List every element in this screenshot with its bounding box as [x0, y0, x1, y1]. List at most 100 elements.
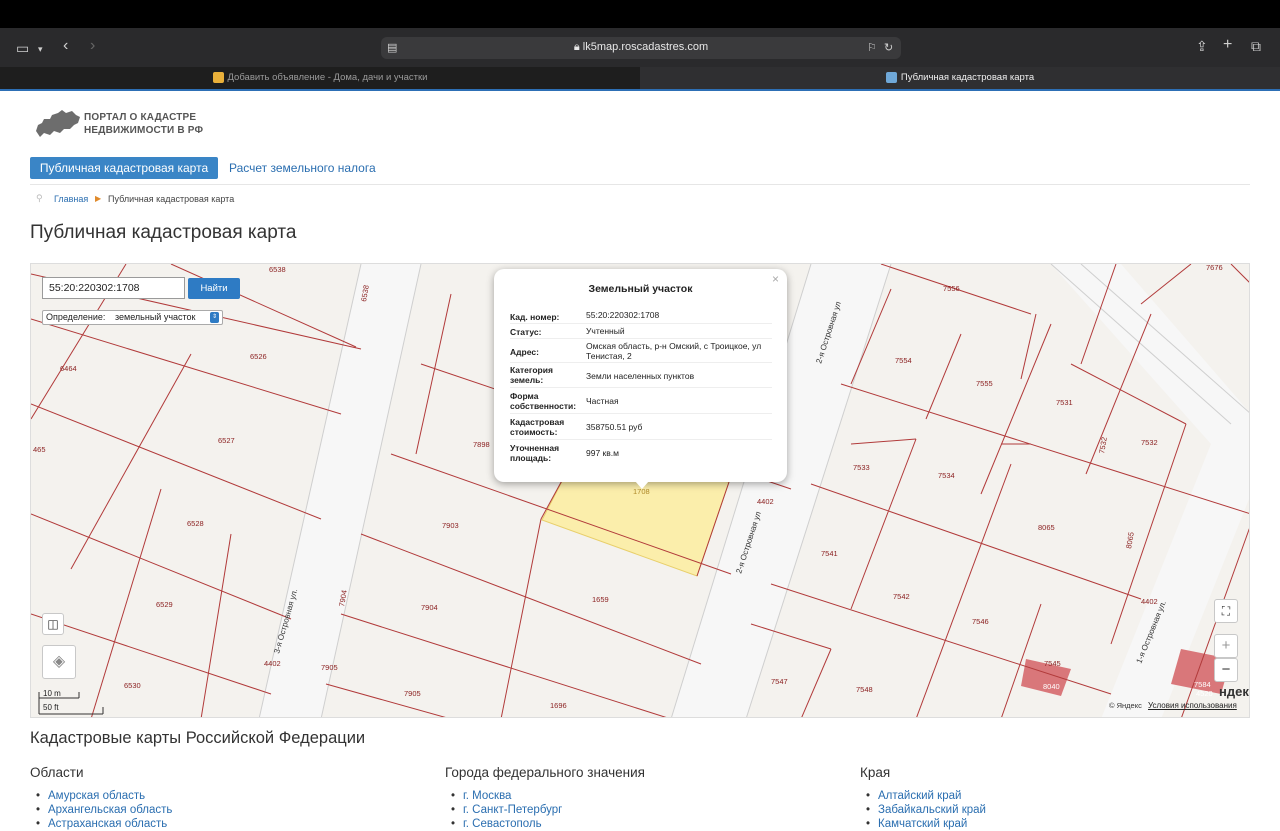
- find-button[interactable]: Найти: [188, 278, 240, 299]
- translate-icon[interactable]: ⚐: [867, 41, 877, 55]
- logo-text[interactable]: ПОРТАЛ О КАДАСТРЕ НЕДВИЖИМОСТИ В РФ: [84, 111, 203, 137]
- logo-line-1: ПОРТАЛ О КАДАСТРЕ: [84, 112, 197, 123]
- region-link[interactable]: Алтайский край: [860, 789, 986, 803]
- column-title-federal-cities: Города федерального значения: [445, 765, 645, 780]
- popup-row: Кад. номер: 55:20:220302:1708: [510, 308, 772, 324]
- favicon-icon: [885, 71, 897, 83]
- forward-icon[interactable]: ›: [90, 38, 95, 54]
- parcel-number: 7545: [1044, 659, 1061, 668]
- fullscreen-icon[interactable]: ⛶: [1214, 599, 1238, 623]
- parcel-number: 6527: [218, 436, 235, 445]
- popup-row: Форма собственности: Частная: [510, 388, 772, 414]
- scale-meters: 10 m: [43, 689, 61, 698]
- back-icon[interactable]: ‹: [63, 38, 68, 54]
- layers-icon[interactable]: ◈: [42, 645, 76, 679]
- popup-row: Категория земель: Земли населенных пункт…: [510, 363, 772, 388]
- popup-value: 997 кв.м: [586, 448, 619, 458]
- parcel-number: 4402: [1141, 597, 1158, 606]
- parcel-number: 7541: [821, 549, 838, 558]
- parcel-number: 6530: [124, 681, 141, 690]
- address-bar[interactable]: ▤ 🔒︎ lk5map.roscadastres.com ⚐ ↻: [381, 37, 901, 59]
- popup-row: Кадастровая стоимость: 358750.51 руб: [510, 414, 772, 440]
- region-link[interactable]: Архангельская область: [30, 803, 172, 817]
- terms-of-use-link[interactable]: Условия использования: [1148, 701, 1237, 710]
- parcel-number: 7533: [853, 463, 870, 472]
- popup-label: Категория земель:: [510, 365, 553, 385]
- url-value: lk5map.roscadastres.com: [582, 41, 709, 53]
- parcel-number: 7547: [771, 677, 788, 686]
- divider: [30, 184, 1250, 185]
- popup-title: Земельный участок: [588, 283, 693, 295]
- popup-label: Кад. номер:: [510, 312, 560, 322]
- cadastral-map[interactable]: 3-я Островная ул. 2-я Островная ул 2-я О…: [30, 263, 1250, 718]
- tab-cadastral-map[interactable]: Публичная кадастровая карта: [640, 67, 1280, 89]
- region-link[interactable]: г. Санкт-Петербург: [445, 803, 562, 817]
- logo-line-2: НЕДВИЖИМОСТИ В РФ: [84, 125, 204, 136]
- popup-value: 55:20:220302:1708: [586, 310, 660, 320]
- parcel-number: 7554: [895, 356, 912, 365]
- favicon-icon: [212, 71, 224, 83]
- popup-value: Омская область, р-н Омский, с Троицкое, …: [586, 341, 762, 361]
- map-copyright: © Яндекс: [1109, 701, 1142, 710]
- parcel-number: 7532: [1097, 436, 1109, 454]
- breadcrumb-home[interactable]: Главная: [54, 194, 88, 204]
- menu-bar: [0, 0, 1280, 28]
- definition-select[interactable]: Определение: земельный участок ⇕: [42, 310, 223, 325]
- region-link[interactable]: Амурская область: [30, 789, 172, 803]
- parcel-number: 6538: [269, 265, 286, 274]
- parcel-number: 7898: [473, 440, 490, 449]
- cadastral-number-input[interactable]: 55:20:220302:1708: [42, 277, 185, 299]
- reload-icon[interactable]: ↻: [884, 41, 893, 55]
- popup-label: Кадастровая стоимость:: [510, 417, 565, 437]
- parcel-number: 4402: [264, 659, 281, 668]
- lock-icon: 🔒︎: [573, 41, 583, 53]
- tab-overview-icon[interactable]: ⧉: [1251, 39, 1261, 53]
- russia-map-logo-icon[interactable]: [34, 107, 82, 139]
- popup-label: Форма собственности:: [510, 391, 577, 411]
- parcel-number: 7532: [1141, 438, 1158, 447]
- popup-value: 358750.51 руб: [586, 422, 643, 432]
- yandex-logo: ндекс: [1219, 684, 1249, 699]
- parcel-number: 7904: [337, 589, 349, 607]
- zoom-in-button[interactable]: +: [1214, 634, 1238, 658]
- tab-label: Публичная кадастровая карта: [900, 72, 1035, 83]
- parcel-number: 6526: [250, 352, 267, 361]
- regions-section-title: Кадастровые карты Российской Федерации: [30, 729, 366, 747]
- ruler-icon[interactable]: ◫: [42, 613, 64, 635]
- parcel-number: 7556: [943, 284, 960, 293]
- parcel-number: 6464: [60, 364, 77, 373]
- nav-land-tax[interactable]: Расчет земельного налога: [229, 161, 376, 175]
- popup-value: Земли населенных пунктов: [586, 371, 695, 381]
- parcel-number: 465: [33, 445, 46, 454]
- zoom-out-button[interactable]: −: [1214, 658, 1238, 682]
- popup-value: Частная: [586, 396, 619, 406]
- parcel-number: 7542: [893, 592, 910, 601]
- parcel-number: 4402: [757, 497, 774, 506]
- scale-feet: 50 ft: [43, 703, 59, 712]
- parcel-number: 7584: [1194, 680, 1211, 689]
- popup-label: Статус:: [510, 327, 542, 337]
- road-3rd-ostrovnaya: [259, 264, 421, 717]
- parcel-number: 8040: [1043, 682, 1060, 691]
- sidebar-icon[interactable]: ▭: [16, 41, 29, 55]
- parcel-number: 7548: [856, 685, 873, 694]
- parcel-number: 7904: [421, 603, 438, 612]
- parcel-number: 1659: [592, 595, 609, 604]
- new-tab-icon[interactable]: +: [1223, 37, 1232, 53]
- region-link[interactable]: Забайкальский край: [860, 803, 986, 817]
- chevron-down-icon[interactable]: ▾: [38, 42, 43, 56]
- popup-row: Адрес: Омская область, р-н Омский, с Тро…: [510, 339, 772, 363]
- nav-cadastral-map[interactable]: Публичная кадастровая карта: [30, 157, 218, 179]
- parcel-info-popup: × Земельный участок Кад. номер: 55:20:22…: [494, 269, 787, 482]
- parcel-number: 7546: [972, 617, 989, 626]
- region-link[interactable]: г. Москва: [445, 789, 562, 803]
- popup-label: Адрес:: [510, 347, 539, 357]
- select-arrows-icon: ⇕: [210, 312, 219, 323]
- tab-add-listing[interactable]: Добавить объявление - Дома, дачи и участ…: [0, 67, 640, 89]
- location-pin-icon: ⚲: [36, 193, 43, 203]
- share-icon[interactable]: ⇪: [1196, 39, 1208, 53]
- url-text: 🔒︎ lk5map.roscadastres.com: [381, 41, 901, 54]
- column-title-oblasts: Области: [30, 765, 84, 780]
- oblasts-list: Амурская область Архангельская область А…: [30, 789, 172, 831]
- parcel-number: 6528: [187, 519, 204, 528]
